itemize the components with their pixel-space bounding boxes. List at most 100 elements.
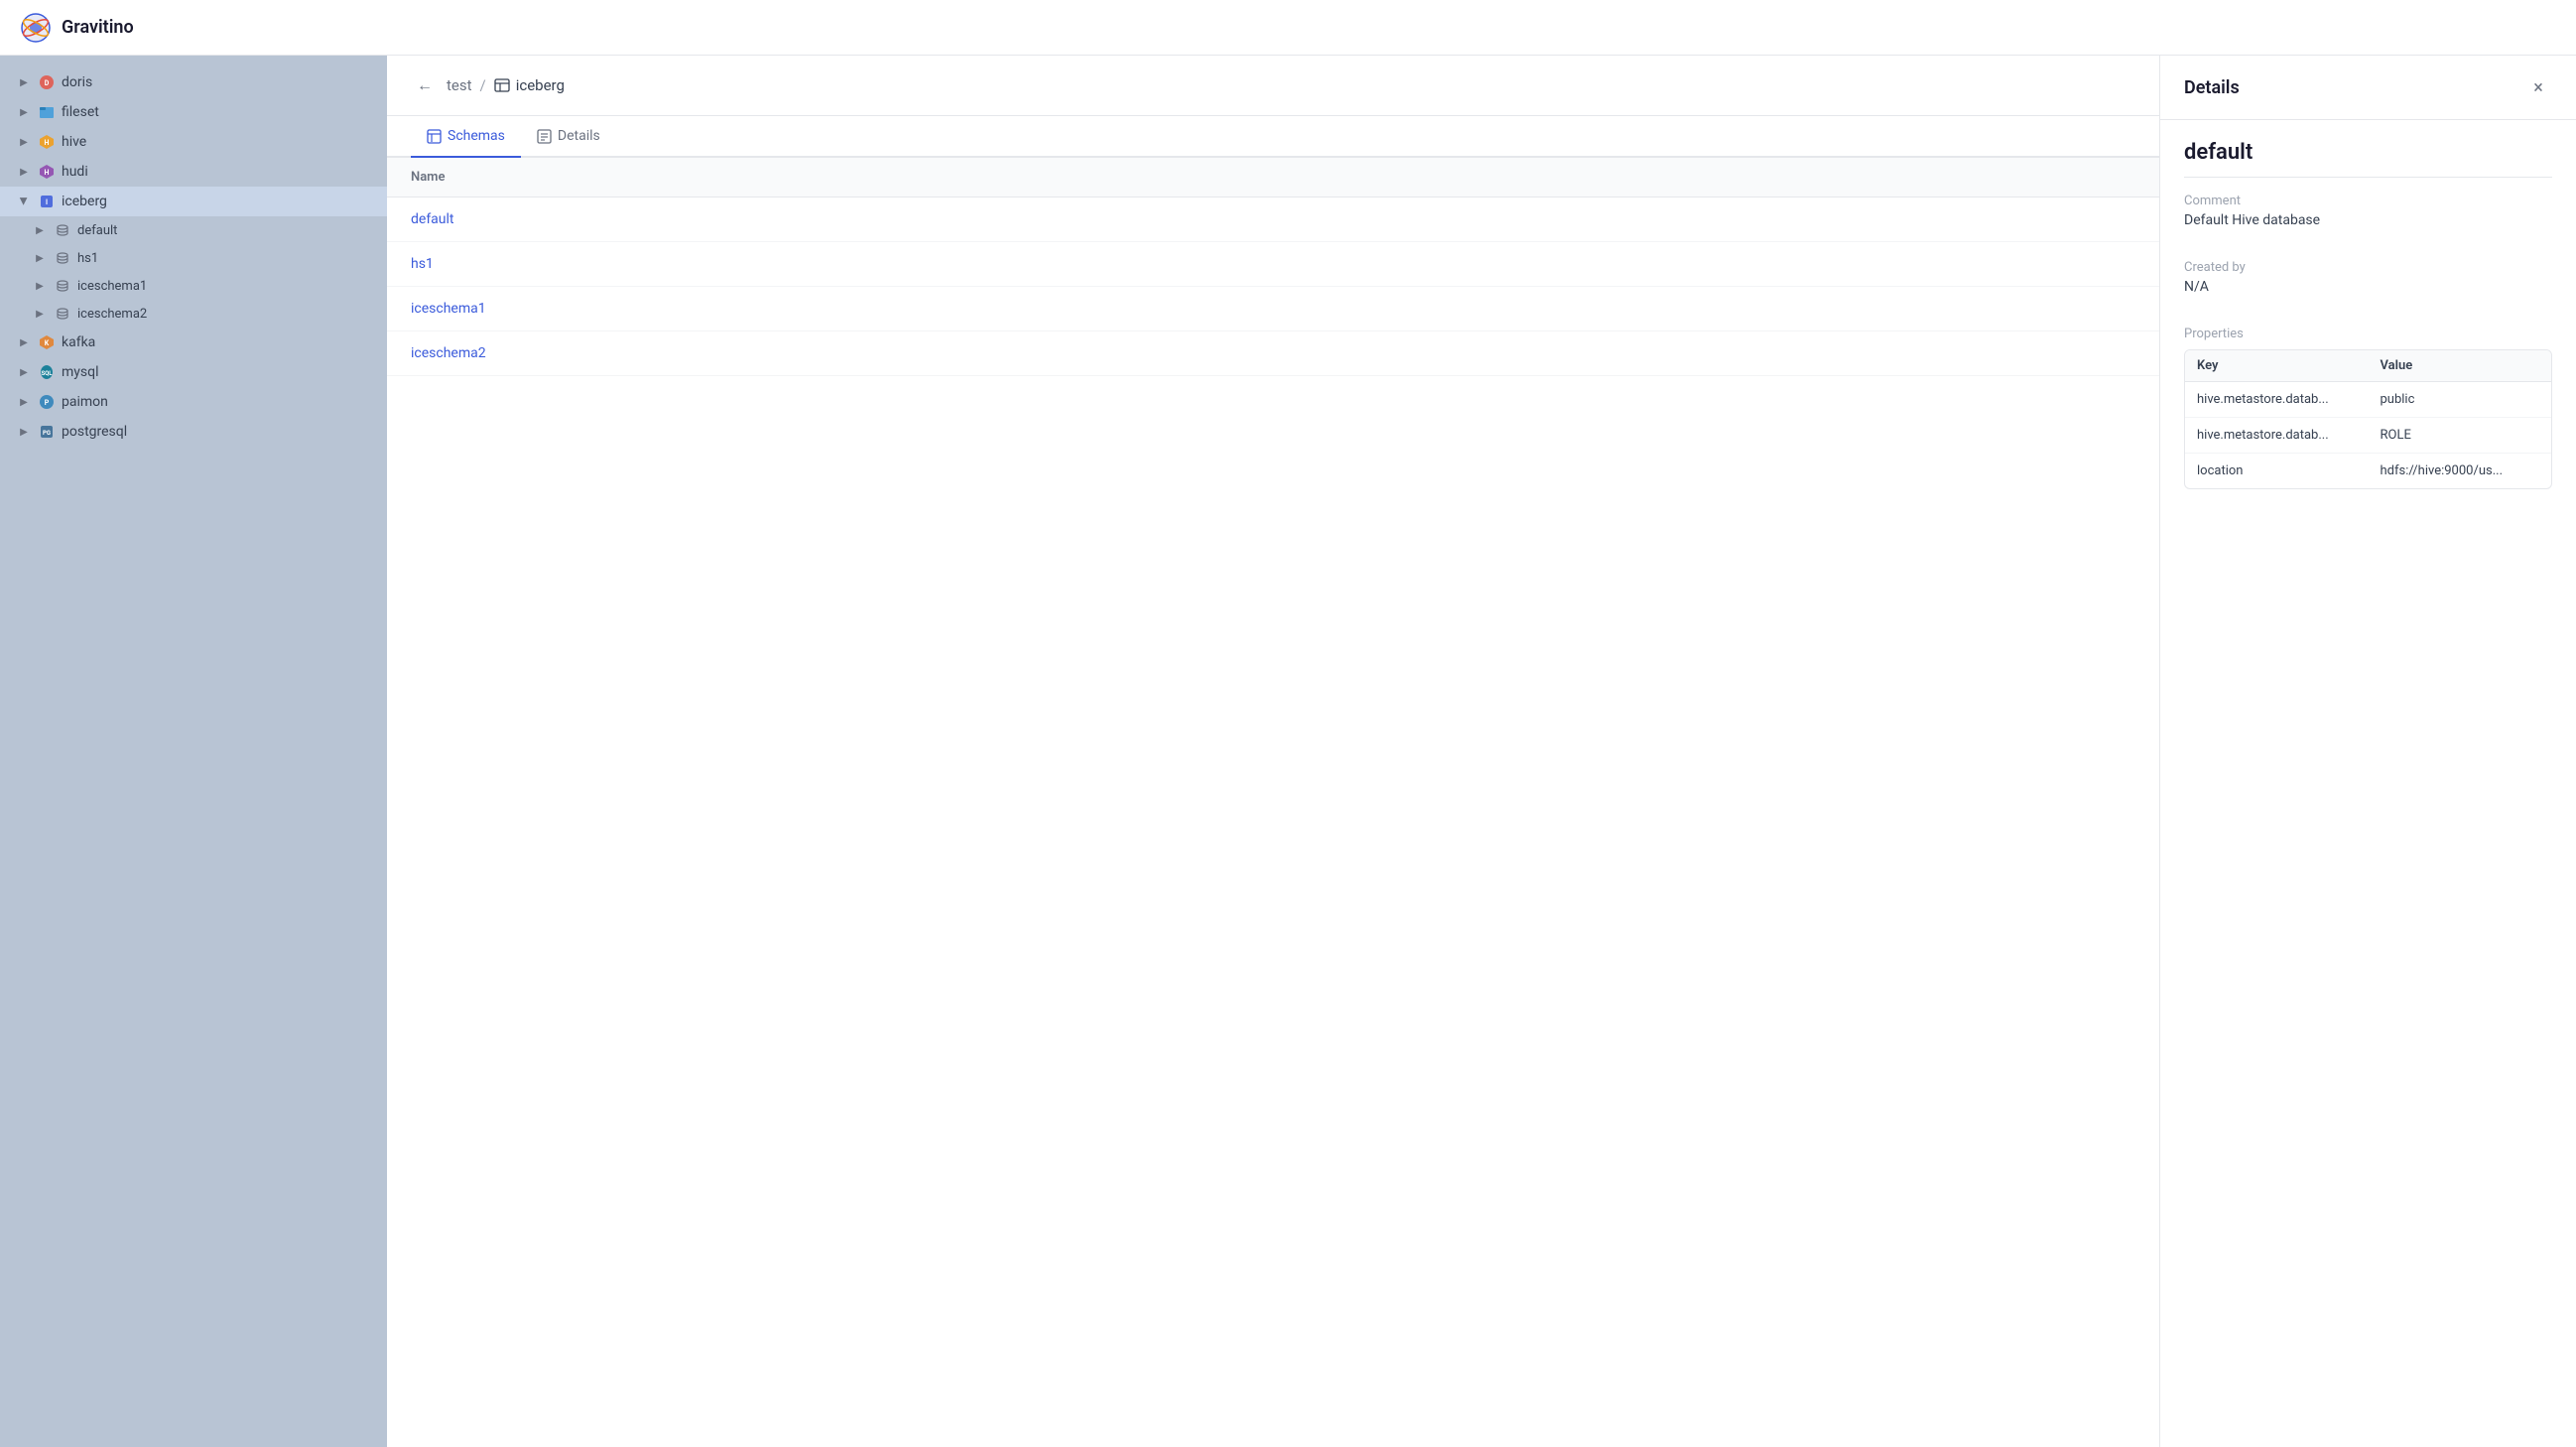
prop-row-0: hive.metastore.datab... public — [2185, 382, 2551, 418]
created-by-value: N/A — [2184, 279, 2552, 295]
prop-key-2: location — [2185, 454, 2369, 488]
app-title: Gravitino — [62, 17, 134, 38]
prop-row-2: location hdfs://hive:9000/us... — [2185, 454, 2551, 488]
sidebar-child-iceschema2[interactable]: ▶ iceschema2 — [24, 300, 387, 328]
tab-schemas-label: Schemas — [448, 128, 505, 144]
prop-value-2: hdfs://hive:9000/us... — [2369, 454, 2552, 488]
sidebar: ▶ D doris ▶ fileset ▶ H hive ▶ H — [0, 56, 387, 1447]
schemas-tab-icon — [427, 129, 442, 144]
sidebar-child-default[interactable]: ▶ default — [24, 216, 387, 244]
sidebar-item-kafka[interactable]: ▶ K kafka — [0, 328, 387, 357]
key-column-header: Key — [2185, 350, 2369, 381]
chevron-down-icon: ▶ — [16, 194, 32, 209]
chevron-right-icon: ▶ — [16, 134, 32, 150]
sidebar-child-default-label: default — [77, 223, 117, 238]
chevron-right-icon: ▶ — [32, 222, 48, 238]
sidebar-item-hudi[interactable]: ▶ H hudi — [0, 157, 387, 187]
details-panel: Details × default Comment Default Hive d… — [2159, 56, 2576, 1447]
mysql-icon: SQL — [38, 363, 56, 381]
sidebar-child-hs1-label: hs1 — [77, 251, 98, 266]
prop-header-row: Key Value — [2185, 350, 2551, 382]
chevron-right-icon: ▶ — [16, 394, 32, 410]
details-properties-section: Properties Key Value hive.metastore.data… — [2184, 327, 2552, 489]
postgresql-icon: PG — [38, 423, 56, 441]
chevron-right-icon: ▶ — [16, 424, 32, 440]
breadcrumb-current: iceberg — [494, 76, 565, 94]
details-schema-name: default — [2184, 120, 2552, 178]
tabs-bar: Schemas Details — [387, 116, 2159, 158]
sidebar-child-hs1[interactable]: ▶ hs1 — [24, 244, 387, 272]
sidebar-item-hive-label: hive — [62, 134, 86, 150]
breadcrumb: ← test / iceberg — [387, 56, 2159, 116]
table-row[interactable]: iceschema1 — [387, 287, 2159, 331]
chevron-right-icon: ▶ — [16, 164, 32, 180]
table-row[interactable]: iceschema2 — [387, 331, 2159, 376]
sidebar-item-hive[interactable]: ▶ H hive — [0, 127, 387, 157]
chevron-right-icon: ▶ — [16, 364, 32, 380]
tab-details-label: Details — [558, 128, 600, 144]
comment-value: Default Hive database — [2184, 212, 2552, 228]
main-layout: ▶ D doris ▶ fileset ▶ H hive ▶ H — [0, 56, 2576, 1447]
properties-table: Key Value hive.metastore.datab... public… — [2184, 349, 2552, 489]
hive-icon: H — [38, 133, 56, 151]
logo-area: Gravitino — [20, 12, 134, 44]
back-button[interactable]: ← — [411, 71, 439, 99]
tab-details[interactable]: Details — [521, 116, 616, 158]
sidebar-item-hudi-label: hudi — [62, 164, 88, 180]
hudi-icon: H — [38, 163, 56, 181]
sidebar-item-fileset-label: fileset — [62, 104, 99, 120]
sidebar-child-iceschema1[interactable]: ▶ iceschema1 — [24, 272, 387, 300]
schemas-table: Name default hs1 iceschema1 iceschema2 — [387, 158, 2159, 1447]
sidebar-item-mysql[interactable]: ▶ SQL mysql — [0, 357, 387, 387]
schema-name-default: default — [411, 211, 454, 227]
paimon-icon: P — [38, 393, 56, 411]
properties-label: Properties — [2184, 327, 2552, 341]
sidebar-child-iceschema2-label: iceschema2 — [77, 307, 147, 322]
sidebar-item-doris[interactable]: ▶ D doris — [0, 67, 387, 97]
sidebar-item-doris-label: doris — [62, 74, 92, 90]
close-details-button[interactable]: × — [2524, 73, 2552, 101]
value-column-header: Value — [2369, 350, 2552, 381]
content-area: ← test / iceberg Schemas Details Name — [387, 56, 2159, 1447]
breadcrumb-parent: test — [447, 76, 472, 94]
sidebar-item-fileset[interactable]: ▶ fileset — [0, 97, 387, 127]
db-icon — [54, 305, 71, 323]
iceberg-icon: I — [38, 193, 56, 210]
svg-text:H: H — [45, 169, 50, 177]
details-panel-header: Details × — [2160, 56, 2576, 120]
table-header: Name — [387, 158, 2159, 197]
chevron-right-icon: ▶ — [32, 250, 48, 266]
schema-name-iceschema2: iceschema2 — [411, 345, 486, 361]
prop-row-1: hive.metastore.datab... ROLE — [2185, 418, 2551, 454]
sidebar-child-iceschema1-label: iceschema1 — [77, 279, 147, 294]
details-panel-body: default Comment Default Hive database Cr… — [2160, 120, 2576, 513]
svg-text:D: D — [45, 79, 50, 87]
gravitino-logo-icon — [20, 12, 52, 44]
db-icon — [54, 221, 71, 239]
svg-text:I: I — [46, 198, 48, 206]
sidebar-item-postgresql-label: postgresql — [62, 424, 127, 440]
sidebar-item-paimon[interactable]: ▶ P paimon — [0, 387, 387, 417]
comment-label: Comment — [2184, 194, 2552, 208]
sidebar-item-iceberg[interactable]: ▶ I iceberg — [0, 187, 387, 216]
sidebar-item-iceberg-label: iceberg — [62, 194, 107, 209]
svg-text:H: H — [45, 139, 50, 147]
table-row[interactable]: default — [387, 197, 2159, 242]
tab-schemas[interactable]: Schemas — [411, 116, 521, 158]
svg-text:PG: PG — [43, 430, 51, 437]
svg-text:K: K — [45, 339, 50, 347]
details-tab-icon — [537, 129, 552, 144]
schema-name-hs1: hs1 — [411, 256, 434, 272]
svg-text:SQL: SQL — [41, 370, 53, 377]
sidebar-item-postgresql[interactable]: ▶ PG postgresql — [0, 417, 387, 447]
chevron-right-icon: ▶ — [16, 334, 32, 350]
table-row[interactable]: hs1 — [387, 242, 2159, 287]
chevron-right-icon: ▶ — [32, 306, 48, 322]
breadcrumb-separator: / — [480, 76, 486, 94]
iceberg-children: ▶ default ▶ hs1 ▶ iceschema1 — [0, 216, 387, 328]
chevron-right-icon: ▶ — [16, 74, 32, 90]
fileset-icon — [38, 103, 56, 121]
sidebar-item-kafka-label: kafka — [62, 334, 95, 350]
prop-value-1: ROLE — [2369, 418, 2552, 453]
chevron-right-icon: ▶ — [16, 104, 32, 120]
